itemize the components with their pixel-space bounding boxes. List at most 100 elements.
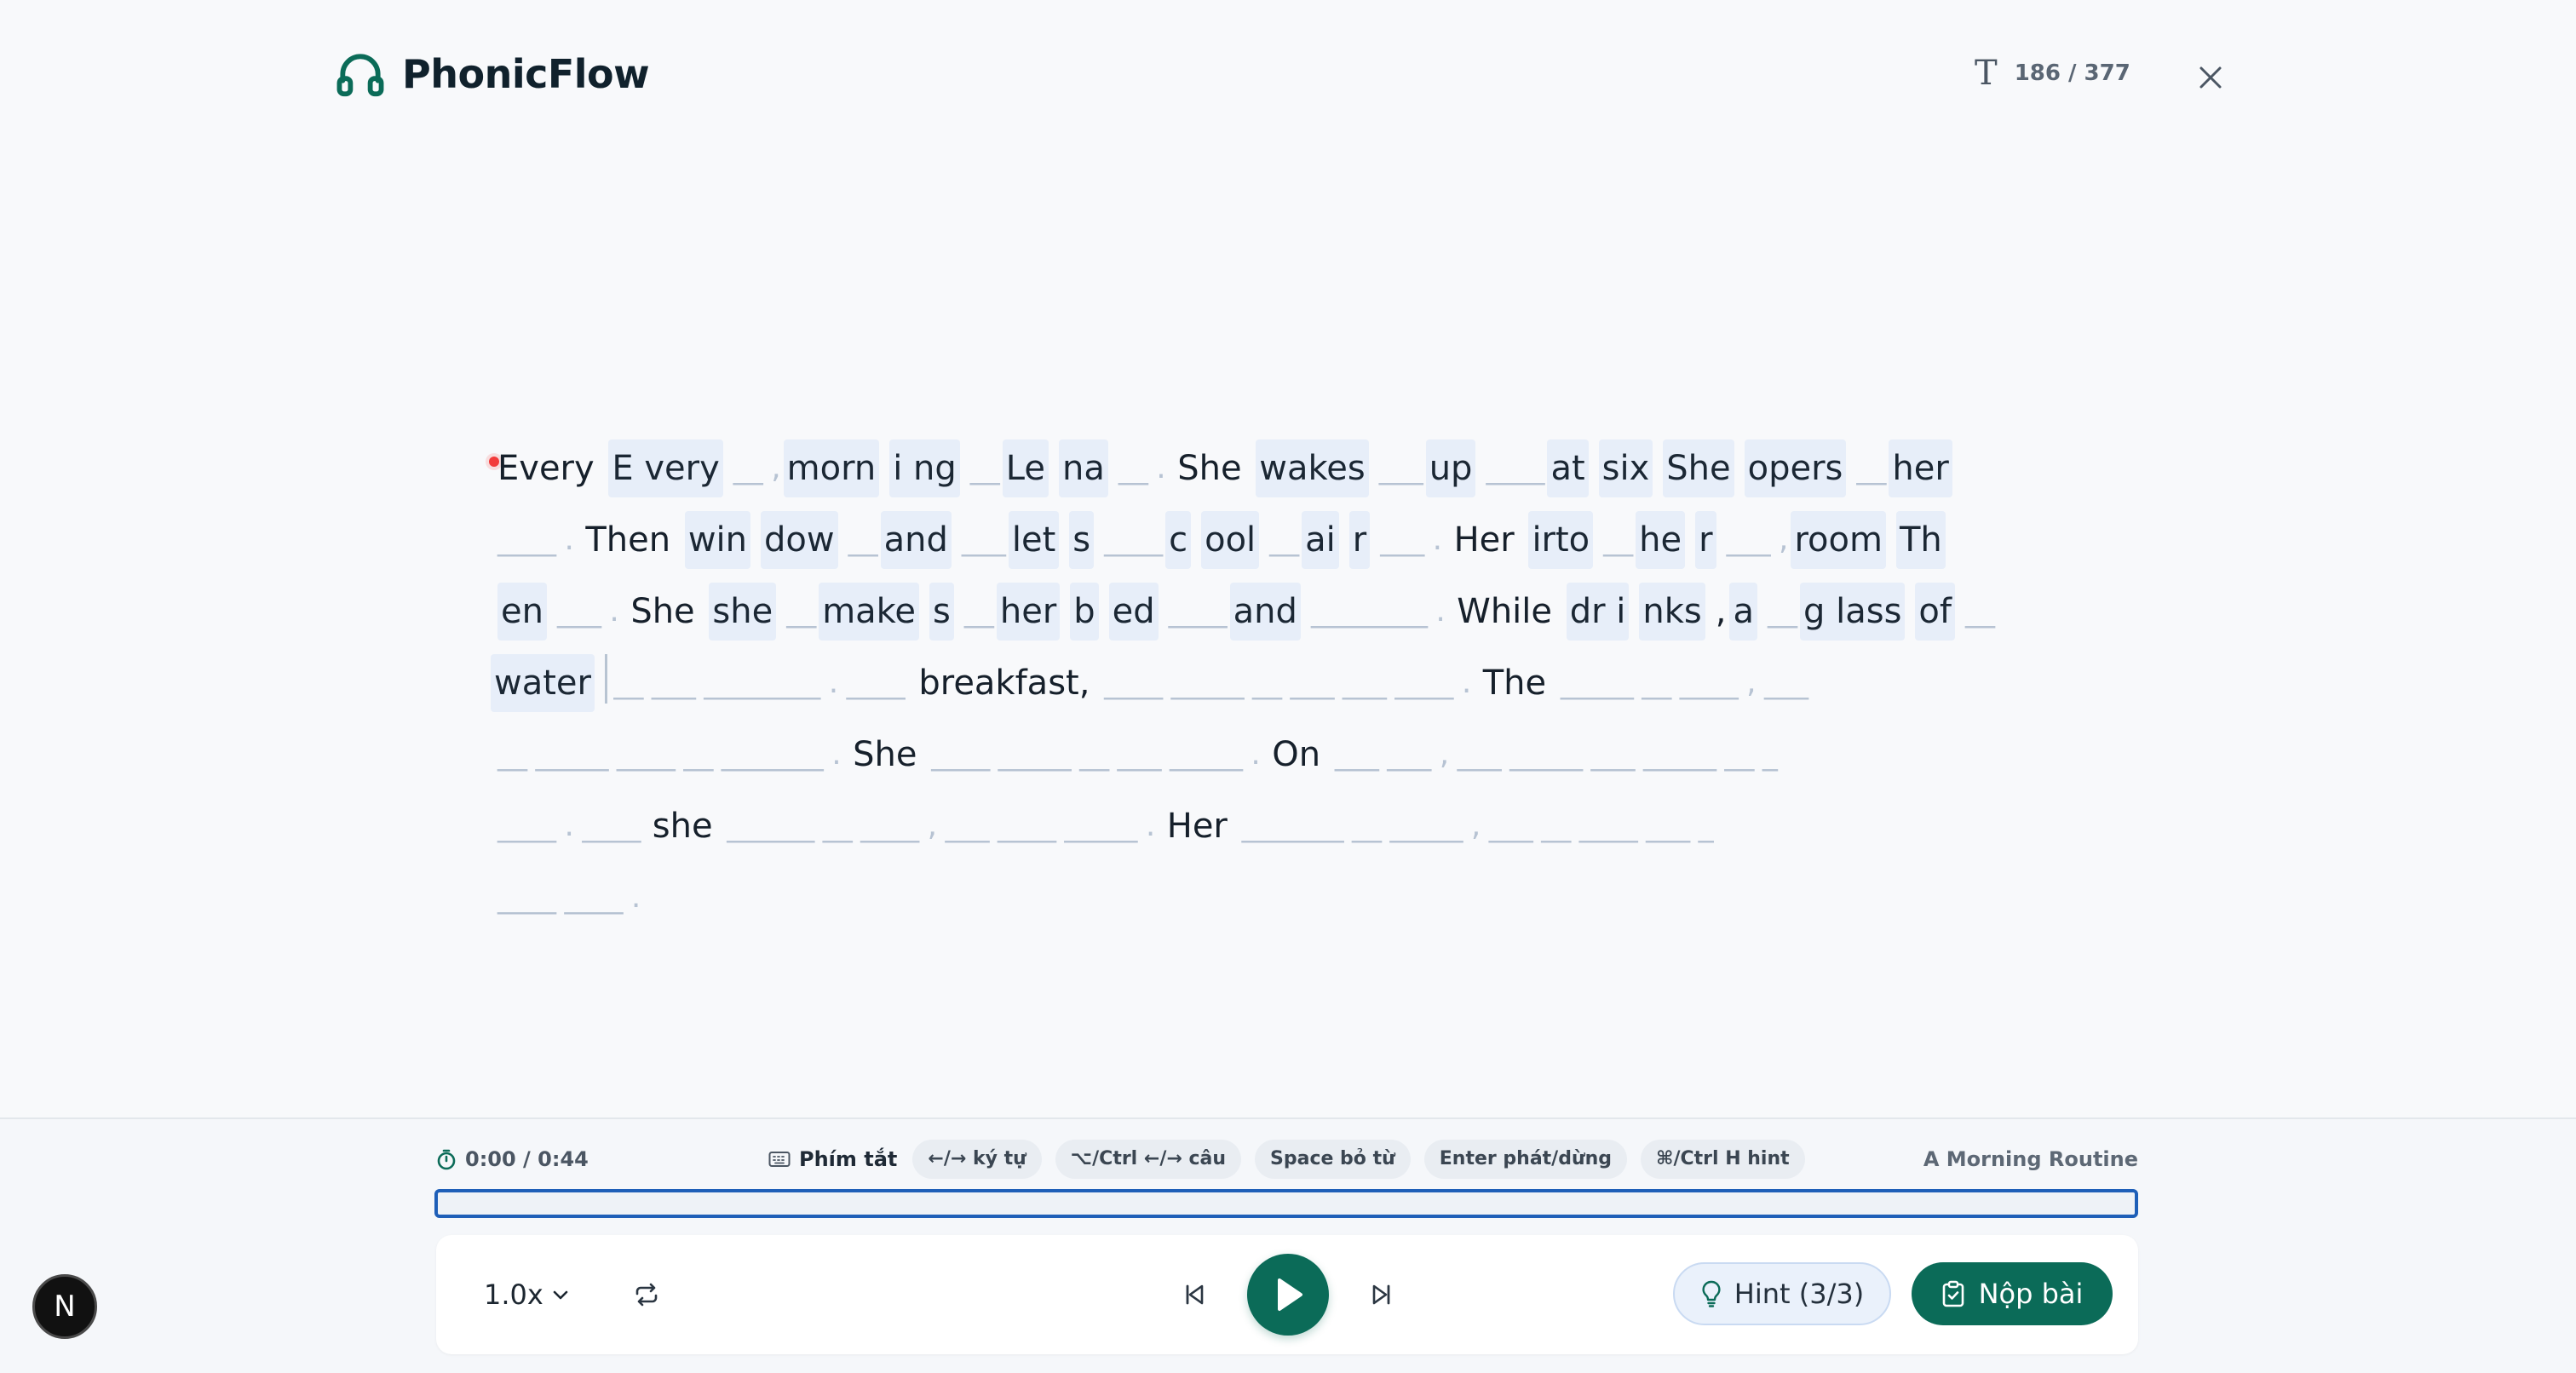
word-blank[interactable]: __ .: [1118, 439, 1174, 497]
typed-word[interactable]: nks: [1639, 583, 1705, 641]
dictation-line: ____ . Then win dow __ and ___ let s ____ c ool __…: [497, 504, 2082, 576]
player-meta-row: 0:00 / 0:44 Phím tắt ←/→ ký tự ⌥/Ctrl ←/…: [436, 1138, 2138, 1181]
dictation-line: water __ ___ ________ . ____ breakfast, …: [491, 647, 2082, 719]
word-blank[interactable]: __: [848, 511, 878, 569]
typed-word[interactable]: six: [1598, 439, 1653, 497]
typed-word[interactable]: r: [1348, 511, 1371, 569]
typed-word[interactable]: c: [1165, 511, 1192, 569]
player-controls: 1.0x Hint (3/3) Nộp bài: [436, 1235, 2138, 1354]
lesson-title: A Morning Routine: [1923, 1147, 2138, 1171]
word-blank[interactable]: ____: [1486, 439, 1544, 497]
typed-word[interactable]: Le: [1002, 439, 1049, 497]
word-blank[interactable]: __: [1603, 511, 1633, 569]
typed-word[interactable]: her: [996, 583, 1061, 641]
typed-word[interactable]: g lass: [1800, 583, 1906, 641]
word-blank[interactable]: ____ . ____: [497, 797, 649, 855]
word-blank[interactable]: __: [1768, 583, 1797, 641]
typed-word[interactable]: E very: [608, 439, 723, 497]
time-value: 0:00 / 0:44: [465, 1147, 589, 1171]
shortcuts-label: Phím tắt: [768, 1147, 897, 1171]
word-blank[interactable]: __: [1965, 583, 1995, 641]
typed-word[interactable]: Th: [1895, 511, 1946, 569]
typed-word[interactable]: up: [1425, 439, 1476, 497]
typed-word[interactable]: b: [1070, 583, 1099, 641]
shortcut-chip-play-pause: Enter phát/dừng: [1423, 1140, 1628, 1179]
typed-word[interactable]: s: [929, 583, 954, 641]
typed-word[interactable]: let: [1008, 511, 1060, 569]
word-blank[interactable]: ___: [1379, 439, 1423, 497]
play-icon: [1278, 1278, 1302, 1311]
word-blank[interactable]: ______ __ ____ , ___ ____ _____ .: [727, 797, 1163, 855]
word-blank[interactable]: __ ,: [733, 439, 781, 497]
brand-logo[interactable]: PhonicFlow: [334, 48, 650, 101]
word-blank[interactable]: ____: [1169, 583, 1228, 641]
typed-word[interactable]: ool: [1201, 511, 1260, 569]
previous-sentence-button[interactable]: [1174, 1273, 1216, 1316]
typed-word[interactable]: he: [1636, 511, 1686, 569]
word-blank[interactable]: ____ .: [497, 511, 582, 569]
typed-word[interactable]: s: [1069, 511, 1095, 569]
word-blank[interactable]: __: [964, 583, 994, 641]
typed-word[interactable]: en: [497, 583, 547, 641]
next-sentence-button[interactable]: [1360, 1273, 1402, 1316]
word-blank[interactable]: ___ .: [557, 583, 627, 641]
typed-word[interactable]: a: [1729, 583, 1757, 641]
word-blank[interactable]: ___: [962, 511, 1006, 569]
speed-selector[interactable]: 1.0x: [484, 1273, 569, 1316]
typed-word[interactable]: wakes: [1256, 439, 1369, 497]
typed-word[interactable]: dow: [761, 511, 838, 569]
typed-word[interactable]: morn: [783, 439, 880, 497]
submit-label: Nộp bài: [1978, 1278, 2084, 1310]
revealed-text: On: [1272, 735, 1331, 774]
word-blank[interactable]: ___ ,: [1727, 511, 1789, 569]
word-blank[interactable]: __: [1856, 439, 1886, 497]
typed-word[interactable]: at: [1547, 439, 1589, 497]
typed-word[interactable]: she: [709, 583, 777, 641]
word-blank[interactable]: ____ _____ __ ___ _____ .: [931, 726, 1268, 784]
submit-button[interactable]: Nộp bài: [1912, 1262, 2113, 1325]
speed-value: 1.0x: [484, 1278, 543, 1311]
typed-word[interactable]: ed: [1108, 583, 1159, 641]
typed-word[interactable]: ai: [1302, 511, 1339, 569]
typed-word[interactable]: i ng: [889, 439, 960, 497]
word-blank[interactable]: _______ __ _____ , ___ __ ____ ___ _: [1242, 797, 1714, 855]
dictation-line: en ___ . She she __ make s __ her b ed ____ and ___…: [497, 576, 2082, 647]
word-blank[interactable]: __: [970, 439, 1000, 497]
typed-word[interactable]: her: [1889, 439, 1952, 497]
typed-word[interactable]: win: [684, 511, 750, 569]
skip-forward-icon: [1372, 1284, 1390, 1305]
shortcut-chip-sentence-nav: ⌥/Ctrl ←/→ câu: [1055, 1140, 1241, 1179]
time-display: 0:00 / 0:44: [436, 1147, 589, 1171]
typed-word[interactable]: r: [1695, 511, 1716, 569]
play-button[interactable]: [1247, 1254, 1329, 1336]
typed-word[interactable]: irto: [1528, 511, 1594, 569]
hint-button[interactable]: Hint (3/3): [1673, 1262, 1891, 1325]
word-blank[interactable]: _____ __ ____ , ___: [1561, 654, 1808, 712]
typed-word[interactable]: dr i: [1566, 583, 1630, 641]
typed-word[interactable]: opers: [1744, 439, 1847, 497]
typed-word[interactable]: na: [1058, 439, 1108, 497]
typed-word[interactable]: and: [880, 511, 952, 569]
word-blank[interactable]: ____ ____ .: [497, 869, 641, 927]
word-blank[interactable]: __ _____ ____ __ _______ .: [497, 726, 849, 784]
audio-progress-bar[interactable]: [434, 1189, 2138, 1218]
typed-word[interactable]: She: [1663, 439, 1734, 497]
word-blank[interactable]: __ ___ ________ . ____: [605, 654, 905, 712]
typed-word[interactable]: water: [491, 654, 595, 712]
repeat-button[interactable]: [625, 1273, 668, 1316]
word-blank[interactable]: ___ .: [1380, 511, 1450, 569]
word-blank[interactable]: __: [786, 583, 816, 641]
word-blank[interactable]: ____: [1104, 511, 1163, 569]
typed-word[interactable]: room: [1791, 511, 1886, 569]
text-cursor: [605, 654, 607, 704]
close-button[interactable]: [2189, 56, 2232, 99]
word-blank[interactable]: ____ _____ __ ___ ___ ____ .: [1104, 654, 1480, 712]
word-blank[interactable]: __: [1269, 511, 1299, 569]
word-blank[interactable]: ________ .: [1311, 583, 1453, 641]
dictation-text[interactable]: Every E very __ , morn i ng __ Le na __ . She w…: [491, 433, 2082, 934]
typed-word[interactable]: and: [1229, 583, 1301, 641]
typed-word[interactable]: make: [819, 583, 920, 641]
dev-tools-badge[interactable]: N: [32, 1274, 97, 1339]
typed-word[interactable]: of: [1915, 583, 1955, 641]
word-blank[interactable]: ___ ___ , ___ _____ ___ _____ __ _: [1335, 726, 1778, 784]
